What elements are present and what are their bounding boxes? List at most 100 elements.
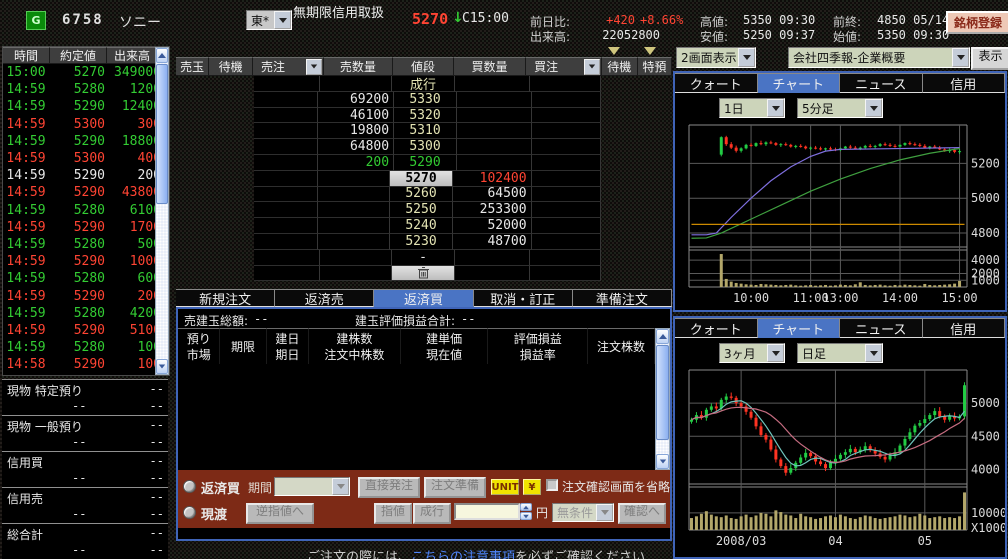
board-cell[interactable] — [254, 123, 319, 139]
chart-tab-ニュース[interactable]: ニュース — [840, 318, 923, 338]
price-input[interactable] — [454, 503, 520, 520]
board-cell[interactable] — [254, 266, 319, 282]
chart-tab-信用[interactable]: 信用 — [923, 73, 1006, 93]
board-cell[interactable] — [532, 92, 602, 108]
board-buy-qty[interactable]: 48700 — [453, 234, 532, 250]
chevron-down-icon[interactable] — [952, 48, 969, 67]
board-price-cell[interactable]: 5240 — [390, 218, 453, 234]
delivery-radio[interactable] — [183, 506, 196, 519]
board-cell[interactable] — [530, 76, 600, 92]
board-cell[interactable] — [532, 108, 602, 124]
board-cell[interactable] — [254, 92, 319, 108]
board-price-cell[interactable]: 5250 — [390, 202, 453, 218]
chart-interval-select[interactable]: 5分足 — [797, 98, 883, 118]
scroll-thumb[interactable] — [156, 64, 168, 204]
order-tab-取消・訂正[interactable]: 取消・訂正 — [474, 289, 573, 307]
caution-link[interactable]: こちらの注意事項 — [411, 550, 515, 559]
scroll-up-button[interactable] — [156, 48, 168, 63]
board-price-cell[interactable]: - — [392, 250, 455, 266]
board-cell[interactable] — [532, 123, 602, 139]
board-cell[interactable] — [532, 187, 602, 203]
board-cell[interactable] — [254, 155, 319, 171]
board-cell[interactable] — [532, 234, 602, 250]
order-tab-準備注文[interactable]: 準備注文 — [573, 289, 672, 307]
chevron-down-icon[interactable] — [274, 11, 291, 29]
board-price-cell[interactable]: 成行 — [392, 76, 455, 92]
board-buy-qty[interactable]: 64500 — [453, 187, 532, 203]
trash-icon[interactable] — [392, 266, 455, 282]
board-cell[interactable] — [530, 250, 600, 266]
chart-tab-チャート[interactable]: チャート — [758, 318, 841, 338]
chart-interval-select[interactable]: 日足 — [797, 343, 883, 363]
board-sell-qty[interactable]: 200 — [318, 155, 394, 171]
board-cell[interactable] — [320, 250, 392, 266]
board-cell[interactable] — [530, 266, 600, 282]
scroll-thumb[interactable] — [656, 345, 669, 440]
chart-tab-クォート[interactable]: クォート — [675, 73, 758, 93]
board-cell[interactable] — [455, 250, 530, 266]
board-cell[interactable] — [318, 218, 390, 234]
board-price-cell[interactable]: 5330 — [394, 92, 457, 108]
board-cell[interactable] — [320, 266, 392, 282]
board-cell[interactable] — [532, 155, 602, 171]
board-cell[interactable] — [318, 187, 390, 203]
board-cell[interactable] — [318, 171, 390, 187]
limit-button[interactable]: 指値 — [374, 503, 412, 524]
board-cell[interactable] — [457, 123, 532, 139]
board-price-cell[interactable]: 5260 — [390, 187, 453, 203]
chevron-down-icon[interactable] — [767, 344, 784, 362]
board-price-cell[interactable]: 5230 — [390, 234, 453, 250]
board-cell[interactable] — [318, 202, 390, 218]
board-cell[interactable] — [532, 171, 602, 187]
chevron-down-icon[interactable] — [596, 504, 613, 521]
order-tab-返済売[interactable]: 返済売 — [275, 289, 374, 307]
board-cell[interactable] — [254, 171, 319, 187]
skip-confirm-checkbox[interactable] — [546, 479, 558, 491]
show-button[interactable]: 表示 — [971, 47, 1008, 70]
chart-period-select[interactable]: 3ヶ月 — [719, 343, 785, 363]
scroll-down-button[interactable] — [656, 454, 669, 469]
order-tab-返済買[interactable]: 返済買 — [374, 289, 473, 307]
price-stepper[interactable] — [520, 503, 532, 520]
board-cell[interactable] — [455, 266, 530, 282]
board-price-cell[interactable]: 5270 — [390, 171, 453, 187]
chart-tab-チャート[interactable]: チャート — [758, 73, 841, 93]
board-cell[interactable] — [457, 139, 532, 155]
report-select[interactable]: 会社四季報-企業概要 — [788, 47, 970, 68]
chart-tab-クォート[interactable]: クォート — [675, 318, 758, 338]
chevron-down-icon[interactable] — [767, 99, 784, 117]
chevron-down-icon[interactable] — [332, 478, 349, 495]
up-arrow-icon[interactable] — [520, 503, 532, 511]
board-cell[interactable] — [254, 234, 319, 250]
unit-button[interactable]: UNIT — [491, 479, 519, 495]
chevron-down-icon[interactable] — [738, 48, 755, 67]
board-cell[interactable] — [532, 139, 602, 155]
chevron-down-icon[interactable] — [584, 59, 600, 75]
time-sales-scrollbar[interactable] — [155, 47, 169, 375]
board-cell[interactable] — [532, 202, 602, 218]
board-sell-qty[interactable]: 46100 — [318, 108, 394, 124]
exchange-select[interactable]: 東* — [246, 10, 292, 30]
board-sell-qty[interactable]: 69200 — [318, 92, 394, 108]
board-buy-qty[interactable]: 253300 — [453, 202, 532, 218]
board-cell[interactable] — [455, 76, 530, 92]
market-button[interactable]: 成行 — [413, 503, 451, 524]
board-cell[interactable] — [254, 250, 319, 266]
chevron-down-icon[interactable] — [306, 59, 322, 75]
scroll-up-button[interactable] — [656, 329, 669, 344]
chart-tab-信用[interactable]: 信用 — [923, 318, 1006, 338]
confirm-button[interactable]: 確認へ — [618, 503, 666, 524]
chart-tab-ニュース[interactable]: ニュース — [840, 73, 923, 93]
board-cell[interactable] — [254, 108, 319, 124]
board-sell-qty[interactable]: 19800 — [318, 123, 394, 139]
chevron-down-icon[interactable] — [865, 344, 882, 362]
board-cell[interactable] — [532, 218, 602, 234]
board-price-cell[interactable]: 5290 — [394, 155, 457, 171]
board-cell[interactable] — [254, 187, 319, 203]
board-cell[interactable] — [254, 202, 319, 218]
board-cell[interactable] — [318, 234, 390, 250]
board-cell[interactable] — [254, 139, 319, 155]
board-cell[interactable] — [457, 108, 532, 124]
chevron-down-icon[interactable] — [865, 99, 882, 117]
screen-mode-select[interactable]: 2画面表示 — [676, 47, 756, 68]
